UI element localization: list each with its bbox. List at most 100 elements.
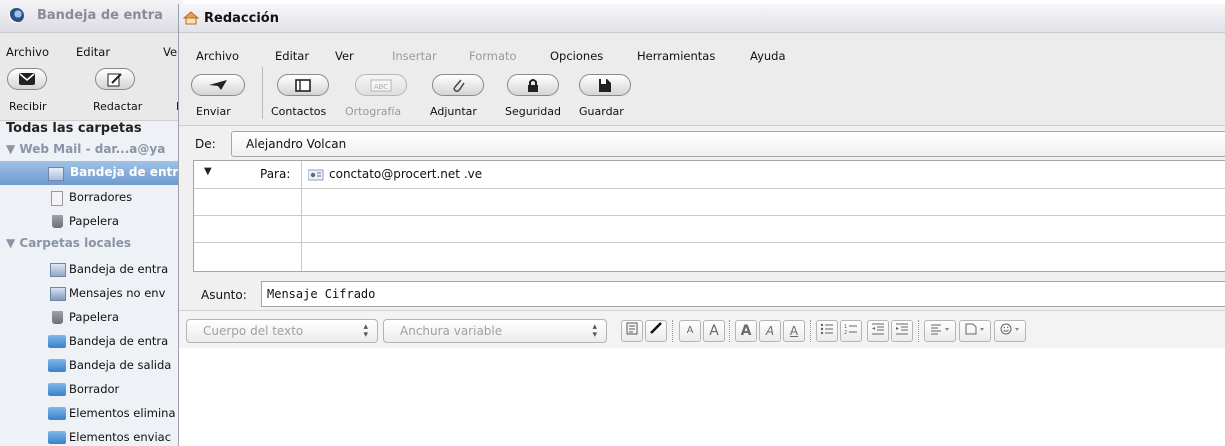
folder-local-trash[interactable]: Papelera — [69, 310, 119, 324]
recipient-type-dropdown-icon[interactable]: ▼ — [204, 166, 212, 177]
compose-window: Redacción Archivo Editar Ver Insertar Fo… — [178, 4, 1225, 446]
folder-icon — [48, 431, 66, 444]
folder-icon — [48, 335, 66, 348]
main-menubar: Archivo Editar Ve — [0, 33, 183, 65]
draft-icon — [51, 191, 63, 206]
highlight-button[interactable] — [645, 320, 667, 342]
svg-text:2: 2 — [844, 330, 847, 335]
folder-icon — [48, 383, 66, 396]
subject-label: Asunto: — [201, 288, 247, 302]
underline-button[interactable]: A — [783, 320, 805, 342]
pencil-icon — [650, 322, 662, 334]
to-label[interactable]: Para: — [260, 167, 290, 181]
app-logo-icon — [9, 8, 24, 23]
main-menu-ver[interactable]: Ve — [163, 45, 177, 59]
save-button[interactable] — [579, 74, 631, 96]
menu-archivo[interactable]: Archivo — [196, 49, 239, 63]
outdent-button[interactable] — [867, 320, 889, 342]
local-folders-label: Carpetas locales — [19, 236, 132, 250]
folder-local-inbox[interactable]: Bandeja de entra — [69, 262, 168, 276]
toolbar-separator — [672, 320, 674, 342]
insert-object-icon — [965, 323, 984, 335]
compose-label: Redactar — [93, 100, 143, 113]
security-button[interactable] — [507, 74, 559, 96]
align-left-icon — [931, 324, 949, 335]
font-smaller-button[interactable]: A — [679, 320, 701, 342]
text-block-icon — [626, 322, 638, 335]
grid-column-divider — [301, 161, 302, 271]
toolbar-separator — [262, 67, 263, 119]
recipients-grid: ▼ Para: conctato@procert.net .ve — [193, 160, 1225, 272]
message-header: De: Alejandro Volcan ▼ Para: conctato@pr… — [179, 126, 1225, 326]
main-toolbar: Recibir Redactar D — [0, 62, 184, 121]
svg-text:ABC: ABC — [374, 83, 388, 91]
paragraph-style-select[interactable]: Cuerpo del texto ▴ ▾ — [186, 319, 378, 343]
folder-webmail-trash[interactable]: Papelera — [69, 214, 119, 228]
compose-titlebar: Redacción — [179, 4, 1225, 33]
text-color-button[interactable] — [621, 320, 643, 342]
menu-insertar[interactable]: Insertar — [392, 49, 437, 63]
folder-webmail-drafts[interactable]: Borradores — [69, 190, 132, 204]
folder-local-unsent[interactable]: Mensajes no env — [69, 286, 165, 300]
recipient-row[interactable] — [194, 215, 1225, 243]
toolbar-separator — [918, 320, 920, 342]
formatting-toolbar: Cuerpo del texto ▴ ▾ Anchura variable ▴ ▾ … — [179, 310, 1225, 350]
to-address[interactable]: conctato@procert.net .ve — [329, 167, 482, 181]
folder-local-inbox-2[interactable]: Bandeja de entra — [69, 334, 168, 348]
spellcheck-button[interactable]: ABC — [355, 74, 407, 96]
insert-menu-button[interactable] — [959, 320, 991, 342]
menu-opciones[interactable]: Opciones — [550, 49, 603, 63]
recipient-row[interactable] — [194, 188, 1225, 216]
main-menu-archivo[interactable]: Archivo — [6, 45, 49, 59]
compose-button[interactable] — [95, 68, 135, 90]
subject-input[interactable]: Mensaje Cifrado — [261, 281, 1225, 307]
folder-list: Bandeja de entr Borradores Papelera ▼ Ca… — [0, 121, 183, 446]
recipient-row[interactable] — [194, 242, 1225, 270]
main-window-title: Bandeja de entra — [37, 8, 163, 23]
security-label: Seguridad — [505, 105, 561, 118]
numbered-list-icon: 12 — [844, 324, 857, 336]
font-select[interactable]: Anchura variable ▴ ▾ — [383, 319, 607, 343]
emoticon-menu-button[interactable] — [994, 320, 1026, 342]
menu-formato[interactable]: Formato — [469, 49, 517, 63]
main-window: Bandeja de entra Archivo Editar Ve Recib… — [0, 0, 184, 446]
bullet-list-button[interactable] — [816, 320, 838, 342]
main-window-titlebar: Bandeja de entra — [0, 0, 183, 33]
attach-label: Adjuntar — [430, 105, 477, 118]
main-menu-editar[interactable]: Editar — [76, 45, 110, 59]
folder-local-draft[interactable]: Borrador — [69, 382, 119, 396]
font-larger-button[interactable]: A — [703, 320, 725, 342]
attach-button[interactable] — [432, 74, 484, 96]
trash-icon — [52, 215, 63, 228]
align-menu-button[interactable] — [924, 320, 956, 342]
indent-button[interactable] — [891, 320, 913, 342]
bold-button[interactable]: A — [735, 320, 757, 342]
message-body-editor[interactable] — [179, 348, 1225, 446]
menu-ver[interactable]: Ver — [335, 49, 354, 63]
contacts-button[interactable] — [277, 74, 329, 96]
receive-button[interactable] — [7, 68, 47, 90]
folder-icon — [48, 359, 66, 372]
folder-local-outbox[interactable]: Bandeja de salida — [69, 358, 171, 372]
italic-button[interactable]: A — [759, 320, 781, 342]
menu-editar[interactable]: Editar — [275, 49, 309, 63]
compose-toolbar: Enviar Contactos ABC Ortografía Adjuntar… — [179, 63, 1225, 126]
menu-herramientas[interactable]: Herramientas — [637, 49, 715, 63]
receive-label: Recibir — [9, 100, 47, 113]
spellcheck-label: Ortografía — [345, 105, 402, 118]
local-folders-group[interactable]: ▼ Carpetas locales — [6, 236, 131, 250]
inbox-icon — [48, 167, 64, 181]
paperclip-icon — [453, 79, 465, 92]
from-select[interactable]: Alejandro Volcan — [231, 131, 1225, 157]
contact-card-icon — [308, 169, 324, 181]
compose-menubar: Archivo Editar Ver Insertar Formato Opci… — [179, 33, 1225, 63]
collapse-triangle-icon[interactable]: ▼ — [6, 236, 19, 250]
folder-webmail-inbox[interactable]: Bandeja de entr — [70, 165, 178, 179]
numbered-list-button[interactable]: 12 — [840, 320, 862, 342]
folder-local-deleted[interactable]: Elementos elimina — [69, 406, 176, 420]
folder-local-sent[interactable]: Elementos enviac — [69, 430, 171, 444]
inbox-icon — [50, 263, 66, 277]
send-button[interactable] — [191, 74, 245, 96]
menu-ayuda[interactable]: Ayuda — [750, 49, 786, 63]
folder-icon — [48, 407, 66, 420]
